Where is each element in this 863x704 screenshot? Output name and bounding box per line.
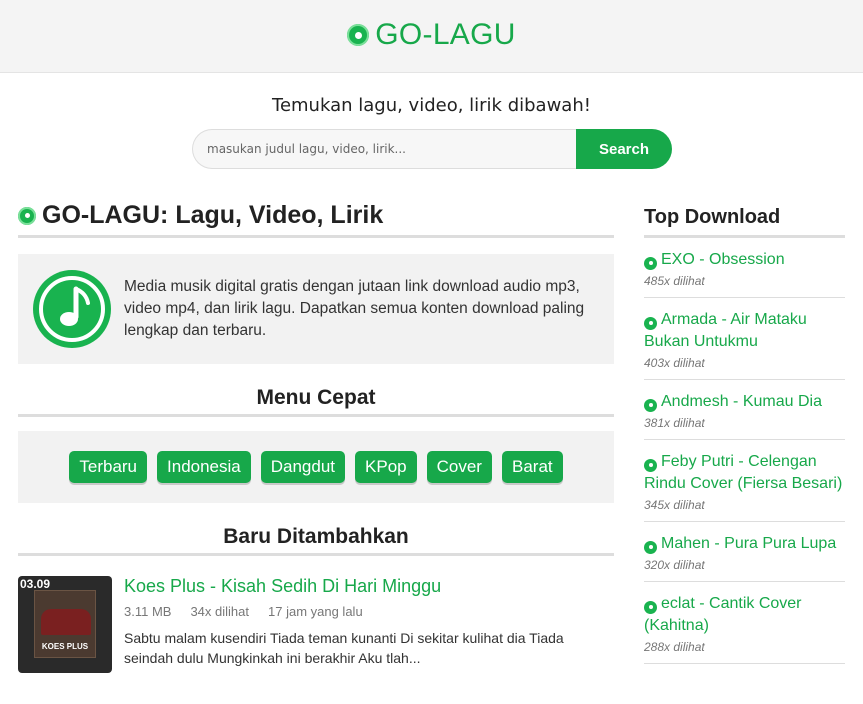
main-content: GO-LAGU: Lagu, Video, Lirik Media musik …	[18, 200, 614, 673]
top-item-views: 320x dilihat	[644, 558, 705, 572]
brand[interactable]: GO-LAGU	[0, 18, 863, 52]
music-disc-icon	[18, 206, 36, 225]
song-description: Sabtu malam kusendiri Tiada teman kunant…	[124, 630, 564, 666]
top-item-label[interactable]: eclat - Cantik Cover (Kahitna)	[644, 595, 802, 634]
menu-item-cover[interactable]: Cover	[426, 451, 492, 483]
music-disc-icon	[644, 540, 657, 554]
top-item-link[interactable]: EXO - Obsession	[644, 251, 785, 270]
brand-name[interactable]: GO-LAGU	[375, 18, 515, 52]
top-item-views: 345x dilihat	[644, 498, 705, 512]
album-label: KOES PLUS	[41, 642, 89, 651]
list-item: 03.09 KOES PLUS Koes Plus - Kisah Sedih …	[18, 576, 614, 673]
view-count: 34x dilihat	[190, 604, 249, 619]
page-title-text: GO-LAGU: Lagu, Video, Lirik	[42, 201, 384, 229]
top-item: Andmesh - Kumau Dia 381x dilihat	[644, 380, 845, 440]
menu-item-kpop[interactable]: KPop	[355, 451, 417, 483]
sidebar-top-download: Top Download EXO - Obsession 485x diliha…	[644, 200, 845, 664]
top-item-label[interactable]: EXO - Obsession	[661, 251, 785, 268]
music-note-logo-icon	[33, 270, 111, 348]
menu-section-title: Menu Cepat	[18, 386, 614, 417]
timestamp: 17 jam yang lalu	[268, 604, 363, 619]
top-item: EXO - Obsession 485x dilihat	[644, 238, 845, 298]
music-disc-icon	[644, 398, 657, 412]
top-item-views: 485x dilihat	[644, 274, 705, 288]
song-info: Koes Plus - Kisah Sedih Di Hari Minggu 3…	[124, 576, 614, 673]
top-item: eclat - Cantik Cover (Kahitna) 288x dili…	[644, 582, 845, 664]
top-item-link[interactable]: Armada - Air Mataku Bukan Untukmu	[644, 311, 807, 350]
song-thumbnail[interactable]: 03.09 KOES PLUS	[18, 576, 112, 673]
music-disc-icon	[644, 458, 657, 472]
intro-box: Media musik digital gratis dengan jutaan…	[18, 254, 614, 364]
top-item-link[interactable]: Mahen - Pura Pura Lupa	[644, 535, 836, 554]
page-title: GO-LAGU: Lagu, Video, Lirik	[18, 200, 614, 238]
duration-badge: 03.09	[20, 577, 51, 591]
top-item-views: 381x dilihat	[644, 416, 705, 430]
top-item-views: 403x dilihat	[644, 356, 705, 370]
music-disc-icon	[644, 600, 657, 614]
new-section-title: Baru Ditambahkan	[18, 525, 614, 556]
search-form: Search	[192, 129, 672, 169]
top-item: Mahen - Pura Pura Lupa 320x dilihat	[644, 522, 845, 582]
music-disc-icon	[644, 256, 657, 270]
site-header: GO-LAGU	[0, 0, 863, 73]
top-item-label[interactable]: Feby Putri - Celengan Rindu Cover (Fiers…	[644, 453, 842, 492]
menu-item-barat[interactable]: Barat	[501, 451, 563, 483]
intro-text: Media musik digital gratis dengan jutaan…	[124, 278, 585, 339]
search-input[interactable]	[192, 129, 576, 169]
menu-item-dangdut[interactable]: Dangdut	[260, 451, 346, 483]
music-disc-icon	[347, 24, 370, 46]
quick-menu: Terbaru Indonesia Dangdut KPop Cover Bar…	[18, 431, 614, 503]
top-item-views: 288x dilihat	[644, 640, 705, 654]
search-tagline: Temukan lagu, video, lirik dibawah!	[272, 95, 591, 116]
search-button[interactable]: Search	[576, 129, 672, 169]
top-item-label[interactable]: Armada - Air Mataku Bukan Untukmu	[644, 311, 807, 350]
top-item-link[interactable]: eclat - Cantik Cover (Kahitna)	[644, 595, 802, 634]
file-size: 3.11 MB	[124, 604, 172, 619]
top-item-label[interactable]: Mahen - Pura Pura Lupa	[661, 535, 836, 552]
top-item-link[interactable]: Feby Putri - Celengan Rindu Cover (Fiers…	[644, 453, 842, 492]
sidebar-title: Top Download	[644, 200, 845, 238]
top-item: Feby Putri - Celengan Rindu Cover (Fiers…	[644, 440, 845, 522]
music-disc-icon	[644, 316, 657, 330]
menu-item-indonesia[interactable]: Indonesia	[157, 451, 251, 483]
song-title-link[interactable]: Koes Plus - Kisah Sedih Di Hari Minggu	[124, 576, 441, 596]
top-item-label[interactable]: Andmesh - Kumau Dia	[661, 393, 822, 410]
top-item-link[interactable]: Andmesh - Kumau Dia	[644, 393, 822, 412]
top-item: Armada - Air Mataku Bukan Untukmu 403x d…	[644, 298, 845, 380]
menu-item-terbaru[interactable]: Terbaru	[69, 451, 148, 483]
song-meta: 3.11 MB 34x dilihat 17 jam yang lalu	[124, 604, 614, 619]
